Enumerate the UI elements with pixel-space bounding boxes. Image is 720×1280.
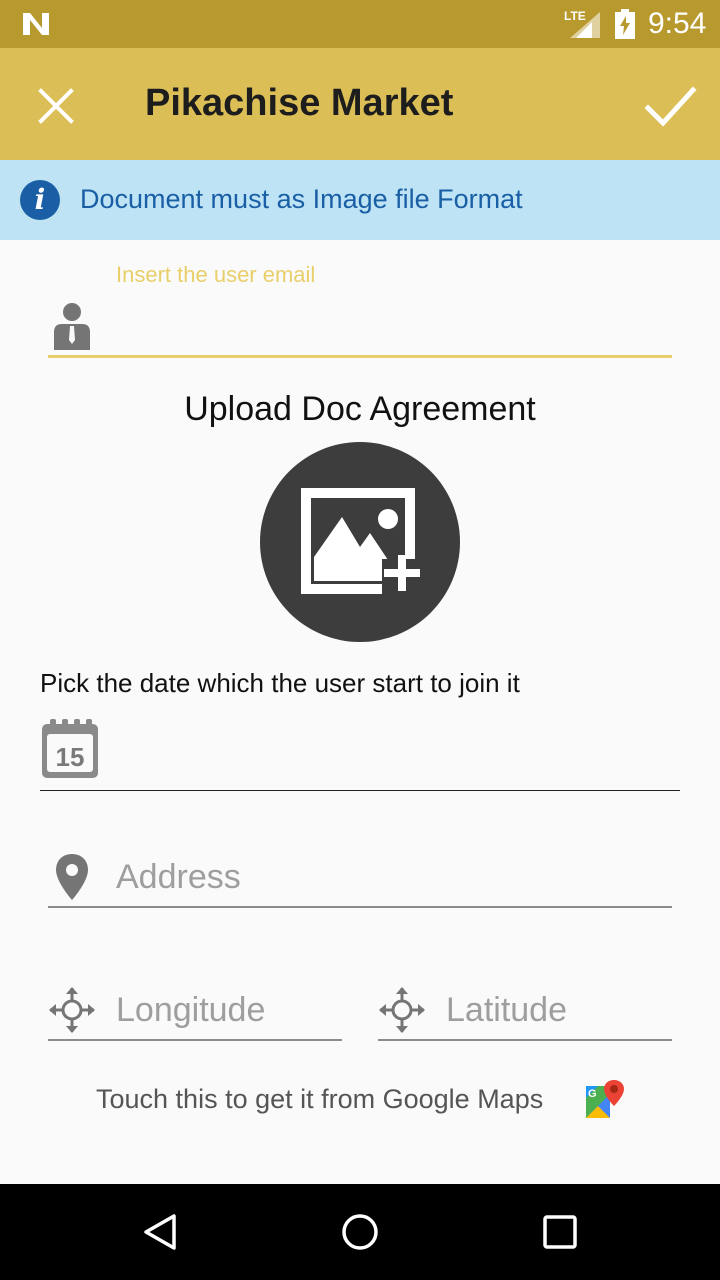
move-arrows-icon (379, 987, 425, 1033)
address-input[interactable] (116, 852, 672, 902)
close-icon[interactable] (30, 80, 82, 132)
google-maps-icon: G (586, 1080, 624, 1118)
longitude-input[interactable] (116, 986, 342, 1034)
clock: 9:54 (648, 7, 707, 40)
latitude-underline (378, 1039, 672, 1041)
email-field[interactable] (112, 300, 672, 352)
back-icon[interactable] (140, 1212, 180, 1252)
calendar-number: 15 (56, 742, 85, 772)
notification-n-icon (23, 13, 49, 35)
email-label: Insert the user email (116, 262, 316, 287)
calendar-icon[interactable]: 15 (40, 718, 100, 780)
info-text: Document must as Image file Format (80, 184, 523, 214)
svg-text:LTE: LTE (564, 9, 586, 23)
move-arrows-icon (49, 987, 95, 1033)
check-icon[interactable] (640, 78, 700, 134)
address-underline (48, 906, 672, 908)
info-banner: i Document must as Image file Format (0, 160, 720, 240)
info-icon: i (20, 180, 60, 220)
page-title: Pikachise Market (145, 82, 454, 124)
location-pin-icon (56, 854, 88, 900)
home-icon[interactable] (340, 1212, 380, 1252)
battery-charging-icon (615, 9, 635, 39)
recents-icon[interactable] (542, 1214, 578, 1250)
navigation-bar (0, 1184, 720, 1280)
status-bar: LTE 9:54 (0, 0, 720, 48)
svg-text:G: G (588, 1088, 597, 1100)
user-icon (54, 303, 90, 350)
google-maps-text: Touch this to get it from Google Maps (96, 1084, 544, 1114)
latitude-input[interactable] (446, 986, 672, 1034)
date-label: Pick the date which the user start to jo… (40, 668, 520, 698)
date-underline (40, 790, 680, 791)
longitude-underline (48, 1039, 342, 1041)
add-photo-icon (301, 488, 420, 597)
app-toolbar: Pikachise Market (0, 48, 720, 160)
email-underline (48, 355, 672, 358)
upload-title: Upload Doc Agreement (184, 390, 536, 428)
upload-doc-button[interactable] (260, 442, 460, 642)
lte-signal-icon: LTE (564, 9, 600, 38)
